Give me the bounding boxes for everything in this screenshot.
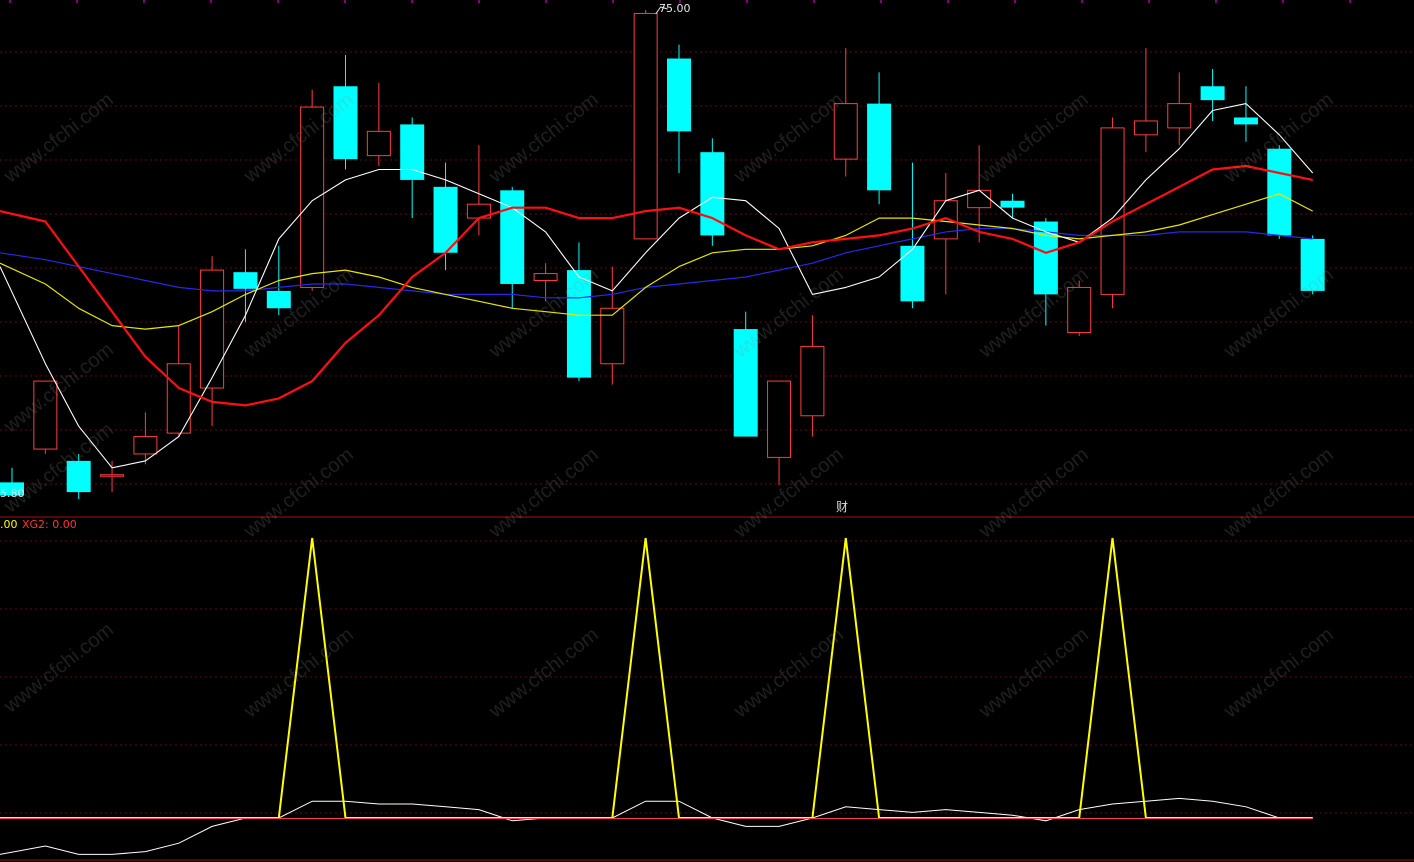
candle-up	[1167, 72, 1192, 146]
candle-body	[600, 307, 625, 365]
candle-down	[867, 72, 892, 205]
candle-body	[200, 269, 225, 389]
candle-up	[100, 460, 125, 493]
candle-body	[233, 272, 258, 289]
candle-up	[133, 412, 158, 465]
candle-body	[1267, 148, 1292, 236]
candle-body	[1200, 86, 1225, 101]
finance-marker-label: 财	[836, 500, 849, 514]
candle-up	[767, 380, 792, 486]
candle-body	[767, 380, 792, 458]
candle-body	[633, 12, 658, 240]
candle-up	[366, 82, 391, 167]
candle-up	[800, 315, 825, 437]
candle-body	[867, 103, 892, 191]
candle-body	[1167, 103, 1192, 129]
candle-body	[266, 290, 291, 309]
candle-body	[1000, 200, 1025, 208]
candle-body	[667, 58, 691, 132]
candle-down	[1200, 68, 1225, 121]
candle-down	[1233, 86, 1258, 142]
candle-body	[100, 474, 125, 477]
candlestick-series	[0, 9, 1325, 500]
indicator-xg1-line	[0, 537, 1313, 819]
indicator-panel-gridlines	[0, 540, 1414, 814]
indicator-legend-xg2: XG2: 0.00	[22, 518, 77, 531]
candle-body	[1133, 120, 1158, 136]
indicator-legend-xg1: .00	[0, 518, 18, 531]
candle-body	[1233, 117, 1258, 125]
candle-down	[900, 162, 925, 309]
candle-body	[800, 345, 825, 417]
indicator-white-line	[0, 797, 1313, 855]
candle-body	[900, 245, 925, 302]
candle-down	[566, 242, 591, 382]
candle-body	[366, 130, 391, 157]
high-price-label: 75.00	[659, 2, 691, 15]
indicator-lines	[0, 537, 1313, 855]
candle-up	[1100, 117, 1125, 309]
candle-body	[133, 436, 158, 455]
candle-body	[533, 273, 558, 282]
stock-chart	[0, 0, 1414, 861]
candle-up	[1133, 48, 1158, 153]
candle-down	[667, 44, 691, 173]
candle-down	[500, 186, 525, 309]
candle-down	[700, 138, 725, 246]
candle-body	[1100, 127, 1125, 295]
candle-up	[600, 266, 625, 385]
candle-up	[633, 9, 658, 240]
candle-down	[400, 117, 425, 219]
candle-up	[200, 256, 225, 427]
candle-down	[233, 249, 258, 323]
